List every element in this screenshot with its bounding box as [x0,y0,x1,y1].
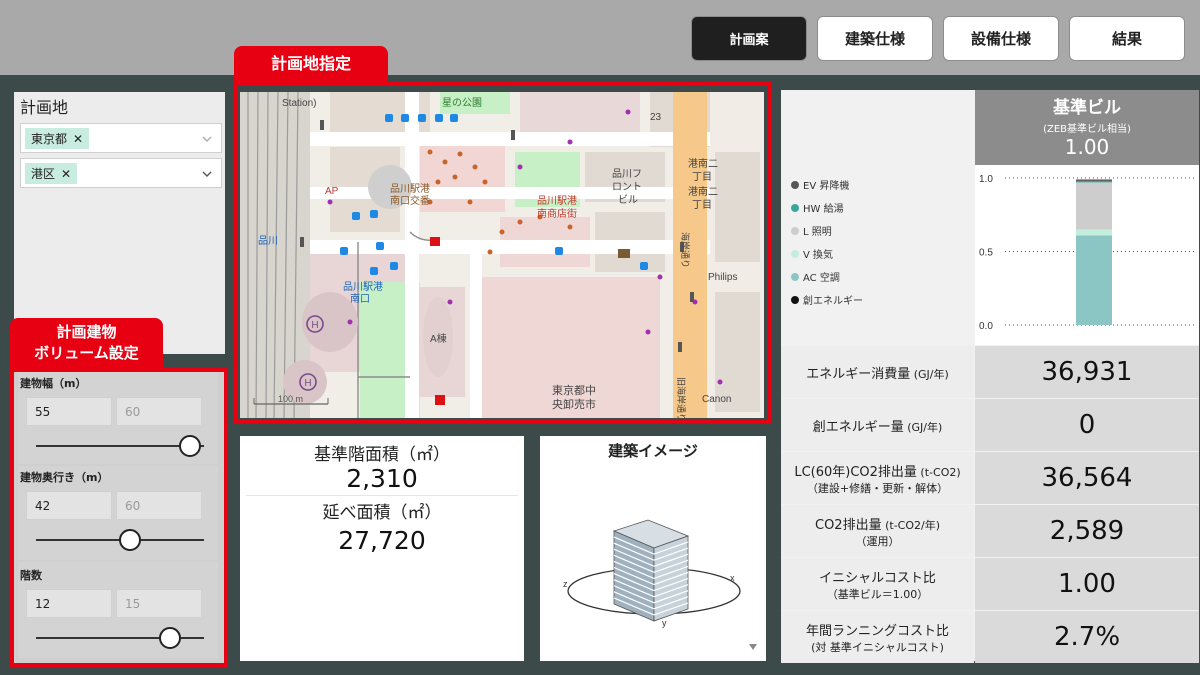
benchmark-subtitle: (ZEB基準ビル相当) [1043,124,1131,135]
metric-row: 創エネルギー量 (GJ/年) 0 [781,399,1199,451]
metric-title: 年間ランニングコスト比 [805,623,949,639]
metric-value: 2.7% [975,611,1199,663]
metric-subtitle: （運用） [855,534,900,548]
metric-value: 1.00 [975,558,1199,610]
ward-select[interactable]: 港区 ✕ [20,158,222,188]
building-image-title: 建築イメージ [608,442,698,460]
legend-item: AC 空調 [791,269,840,284]
legend-item: L 照明 [791,223,832,238]
base-floor-area-label: 基準階面積（㎡） [314,445,450,465]
remove-ward-icon[interactable]: ✕ [61,167,71,181]
metric-title: LC(60年)CO2排出量 (t-CO2) [794,464,961,480]
tab-results[interactable]: 結果 [1069,16,1185,61]
site-selection-panel: 計画地 東京都 ✕ 港区 ✕ [14,92,225,354]
total-floor-area-label: 延べ面積（㎡） [322,503,442,523]
building-3d-view[interactable]: z x y [540,466,766,661]
volume-callout-line1: 計画建物 [56,323,117,341]
axis-label-x: x [730,573,735,583]
y-tick-label: 0.0 [979,321,993,332]
metric-value: 36,564 [975,452,1199,504]
area-divider [246,495,518,496]
legend-swatch [791,249,799,258]
legend-label: L 照明 [803,227,832,238]
bar-segment [1076,180,1112,183]
scroll-down-icon[interactable] [749,644,757,650]
legend-swatch [791,203,799,212]
benchmark-title: 基準ビル [1053,98,1121,118]
metric-label: CO2排出量 (t-CO2/年) （運用） [781,505,974,557]
energy-chart: 0.0 0.5 1.0 [975,165,1199,345]
benchmark-value: 1.00 [1064,135,1110,159]
energy-chart-svg: 0.0 0.5 1.0 [979,174,1197,332]
chart-legend: EV 昇降機 HW 給湯 L 照明 V 換気 AC 空調創エネルギー [781,165,974,345]
ward-value: 港区 [31,167,56,181]
tab-equipment-spec[interactable]: 設備仕様 [943,16,1059,61]
metric-row: エネルギー消費量 (GJ/年) 36,931 [781,346,1199,398]
metric-title: CO2排出量 (t-CO2/年) [815,517,940,533]
ward-chip: 港区 ✕ [25,163,78,184]
volume-callout-line2: ボリューム設定 [34,344,139,362]
legend-label: 創エネルギー [803,296,863,307]
header-spacer [781,90,974,165]
metric-title: 創エネルギー量 (GJ/年) [812,419,943,435]
metric-label: イニシャルコスト比 （基準ビル＝1.00） [781,558,974,610]
axis-label-z: z [563,579,568,589]
chevron-down-icon[interactable] [201,168,213,180]
area-card: 基準階面積（㎡） 2,310 延べ面積（㎡） 27,720 [240,436,524,661]
metric-label: エネルギー消費量 (GJ/年) [781,346,974,398]
prefecture-value: 東京都 [31,132,68,146]
axis-label-y: y [662,618,667,628]
metric-title: イニシャルコスト比 [819,570,936,586]
metric-label: 年間ランニングコスト比 (対 基準イニシャルコスト) [781,611,974,663]
metric-title: エネルギー消費量 (GJ/年) [806,366,949,382]
bar-segment [1076,229,1112,236]
y-tick-label: 1.0 [979,174,993,185]
map-highlight-frame [234,82,772,424]
legend-swatch [791,295,799,304]
tab-plan[interactable]: 計画案 [691,16,807,61]
results-panel: 基準ビル (ZEB基準ビル相当) 1.00 EV 昇降機 HW 給湯 L 照明 V 換… [781,90,1199,663]
chevron-down-icon[interactable] [201,133,213,145]
metric-label: LC(60年)CO2排出量 (t-CO2) （建設+修繕・更新・解体） [781,452,974,504]
metric-label: 創エネルギー量 (GJ/年) [781,399,974,451]
metric-subtitle: （基準ビル＝1.00） [826,587,929,601]
legend-label: V 換気 [803,250,834,261]
legend-item: EV 昇降機 [791,177,849,192]
metric-row: 年間ランニングコスト比 (対 基準イニシャルコスト) 2.7% [781,611,1199,663]
bar-segment [1076,235,1112,325]
bar-segment [1076,179,1112,181]
site-spec-callout: 計画地指定 [234,46,388,82]
metric-subtitle: (対 基準イニシャルコスト) [811,640,944,654]
legend-item: 創エネルギー [791,292,863,307]
metric-value: 0 [975,399,1199,451]
legend-swatch [791,180,799,189]
benchmark-header: 基準ビル (ZEB基準ビル相当) 1.00 [975,90,1199,165]
legend-swatch [791,226,799,235]
volume-callout: 計画建物 ボリューム設定 [10,318,163,368]
y-tick-label: 0.5 [979,248,993,259]
tab-architecture-spec[interactable]: 建築仕様 [817,16,933,61]
metric-row: イニシャルコスト比 （基準ビル＝1.00） 1.00 [781,558,1199,610]
legend-label: EV 昇降機 [803,181,850,192]
prefecture-select[interactable]: 東京都 ✕ [20,123,222,153]
metric-row: CO2排出量 (t-CO2/年) （運用） 2,589 [781,505,1199,557]
legend-item: V 換気 [791,246,833,261]
volume-highlight-frame [10,368,228,667]
metric-value: 36,931 [975,346,1199,398]
legend-item: HW 給湯 [791,200,844,215]
metric-value: 2,589 [975,505,1199,557]
top-bar: 計画案 建築仕様 設備仕様 結果 [0,0,1200,75]
metric-subtitle: （建設+修繕・更新・解体） [806,481,949,495]
building-image-card: 建築イメージ z x y [540,436,766,661]
site-title: 計画地 [20,98,69,117]
metric-row: LC(60年)CO2排出量 (t-CO2) （建設+修繕・更新・解体） 36,564 [781,452,1199,504]
legend-swatch [791,272,799,281]
legend-label: AC 空調 [803,273,840,284]
prefecture-chip: 東京都 ✕ [25,128,90,149]
total-floor-area-value: 27,720 [338,526,426,555]
legend-label: HW 給湯 [803,204,844,215]
bar-segment [1076,182,1112,230]
base-floor-area-value: 2,310 [346,464,418,493]
remove-prefecture-icon[interactable]: ✕ [73,132,83,146]
